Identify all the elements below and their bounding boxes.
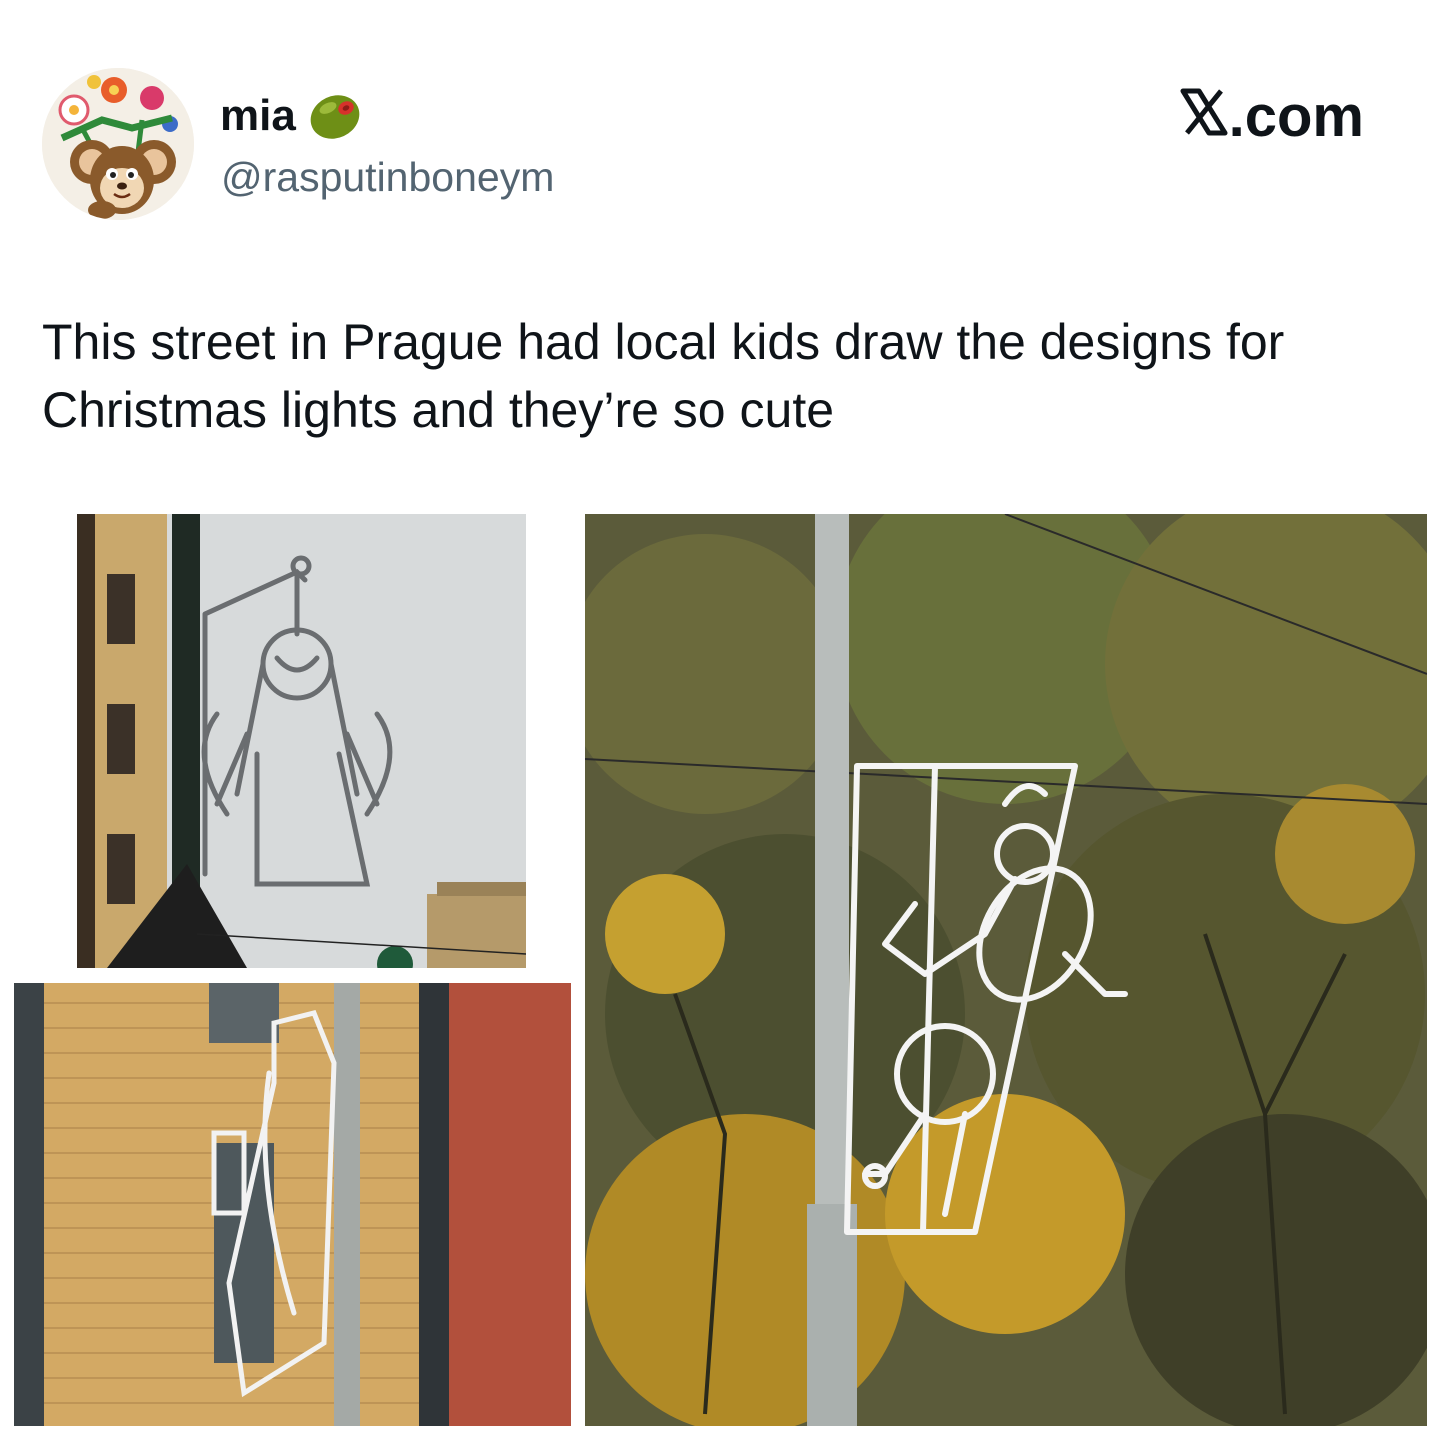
x-logo-icon [1179, 84, 1229, 150]
photo-trees-light-image [585, 514, 1427, 1426]
tweet-text: This street in Prague had local kids dra… [42, 314, 1285, 438]
display-name[interactable]: mia [220, 90, 364, 142]
photo-angel-light-image [77, 514, 526, 968]
site-logo: .com [1179, 84, 1364, 150]
site-logo-label: .com [1228, 84, 1364, 149]
user-handle[interactable]: @rasputinboneym [221, 152, 554, 202]
photo-angel-light[interactable] [77, 514, 526, 968]
photo-wall-light[interactable] [14, 983, 571, 1426]
olive-icon [306, 90, 364, 142]
photo-trees-light[interactable] [585, 514, 1427, 1426]
photo-wall-light-image [14, 983, 571, 1426]
display-name-text: mia [220, 91, 296, 140]
avatar[interactable] [42, 68, 194, 220]
cartoon-character-avatar-image [42, 68, 194, 220]
